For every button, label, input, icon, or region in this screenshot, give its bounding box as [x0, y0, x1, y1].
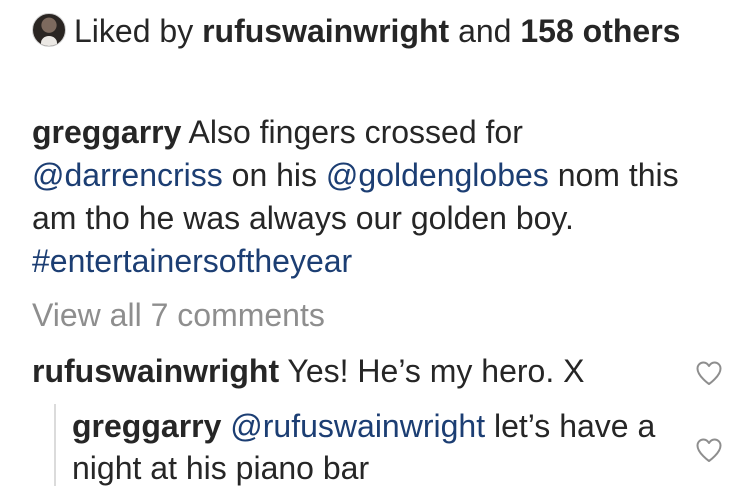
likes-summary: Liked by rufuswainwright and 158 others — [32, 10, 722, 52]
post-caption: greggarry Also fingers crossed for @darr… — [32, 111, 722, 283]
likes-conj: and — [458, 13, 512, 49]
caption-hashtag[interactable]: #entertainersoftheyear — [32, 243, 352, 279]
likes-prefix: Liked by — [74, 13, 194, 49]
likes-suffix: others — [582, 13, 681, 49]
caption-username[interactable]: greggarry — [32, 114, 181, 150]
post-comments-panel: Liked by rufuswainwright and 158 others … — [0, 0, 750, 499]
user-avatar[interactable] — [32, 13, 66, 47]
reply-username[interactable]: greggarry — [72, 408, 221, 444]
reply-thread-divider — [54, 404, 56, 486]
comment-text: Yes! He’s my hero. X — [287, 353, 585, 389]
view-all-comments-link[interactable]: View all 7 comments — [32, 294, 325, 336]
caption-mention-darrencriss[interactable]: @darrencriss — [32, 157, 223, 193]
reply-item: greggarry @rufuswainwright let’s have a … — [72, 405, 662, 489]
caption-text-1: Also fingers crossed for — [188, 114, 523, 150]
likes-user-link[interactable]: rufuswainwright — [202, 13, 449, 49]
heart-icon[interactable] — [695, 360, 723, 386]
likes-count-link[interactable]: 158 others — [520, 13, 680, 49]
caption-mention-goldenglobes[interactable]: @goldenglobes — [326, 157, 549, 193]
heart-icon[interactable] — [695, 437, 723, 463]
likes-count: 158 — [520, 13, 574, 49]
reply-mention[interactable]: @rufuswainwright — [230, 408, 485, 444]
comment-item: rufuswainwright Yes! He’s my hero. X — [32, 350, 672, 392]
comment-username[interactable]: rufuswainwright — [32, 353, 279, 389]
caption-text-2: on his — [231, 157, 318, 193]
